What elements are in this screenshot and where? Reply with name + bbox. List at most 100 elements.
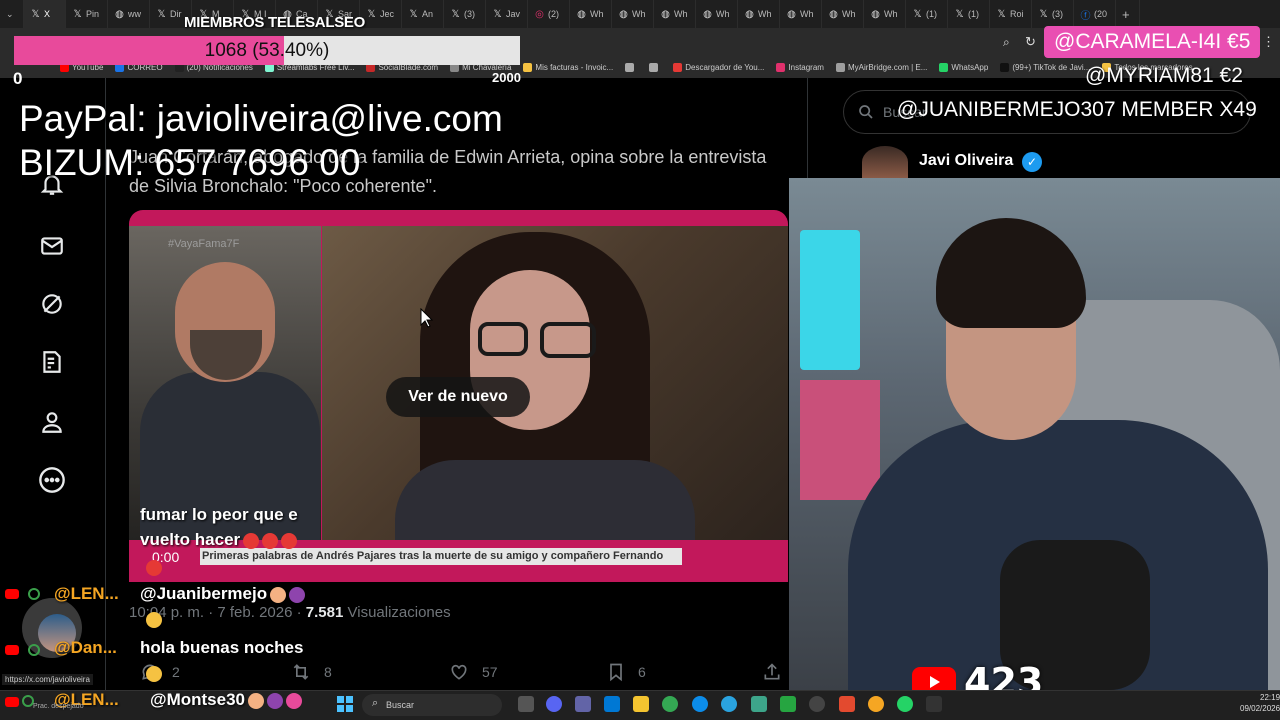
browser-tab[interactable]: 𝕏 Jec — [360, 0, 402, 28]
emoji-icon — [286, 692, 302, 709]
bookmark-button[interactable]: 6 — [606, 662, 646, 682]
browser-tab-label: Wh — [800, 9, 814, 19]
browser-tab-label: Dir — [170, 9, 182, 19]
x-icon: 𝕏 — [157, 8, 166, 20]
discord-icon[interactable] — [546, 696, 562, 712]
browser-tab-label: Jav — [506, 9, 521, 19]
bookmark-label: (99+) TikTok de Javi... — [1012, 62, 1091, 72]
browser-tab[interactable]: ◍ Wh — [612, 0, 654, 28]
bookmark-item[interactable]: (99+) TikTok de Javi... — [1000, 62, 1091, 72]
browser-tab[interactable]: 𝕏 Pin — [66, 0, 108, 28]
bookmark-item[interactable]: WhatsApp — [939, 62, 989, 72]
chat-message-text: @Juanibermejo — [140, 584, 268, 603]
more-options-icon[interactable] — [36, 464, 68, 496]
bookmark-favicon-icon — [523, 62, 533, 72]
replay-button[interactable]: Ver de nuevo — [386, 377, 530, 417]
lists-icon[interactable] — [36, 346, 68, 378]
browser-tab[interactable]: ◍ Wh — [822, 0, 864, 28]
angry-emoji-icon — [146, 560, 162, 576]
browser-tab[interactable]: ◍ ww — [108, 0, 150, 28]
browser-tab-label: Wh — [590, 9, 604, 19]
heart-icon — [451, 664, 467, 680]
x-icon: 𝕏 — [367, 8, 376, 20]
chat-message: @Juanibermejo — [140, 584, 306, 604]
bookmark-label: WhatsApp — [951, 62, 989, 72]
edge-icon[interactable] — [692, 696, 708, 712]
emoji-icon — [289, 586, 306, 603]
app-icon[interactable] — [751, 696, 767, 712]
bookmark-item[interactable] — [649, 62, 661, 72]
angry-emoji-icon — [243, 532, 260, 549]
repost-button[interactable]: 8 — [290, 662, 332, 682]
repost-count: 8 — [324, 664, 332, 680]
browser-tab[interactable]: 𝕏 An — [402, 0, 444, 28]
profile-icon[interactable] — [36, 406, 68, 438]
bookmark-item[interactable] — [625, 62, 637, 72]
task-view-icon[interactable] — [518, 696, 534, 712]
taskbar-clock[interactable]: 22:19 09/02/2026 — [1240, 692, 1280, 714]
app-icon[interactable] — [868, 696, 884, 712]
emoji-icon — [146, 666, 162, 682]
profile-name[interactable]: Javi Oliveira — [919, 152, 1013, 170]
browser-tab-label: (1) — [968, 9, 979, 19]
browser-tab-label: Wh — [674, 9, 688, 19]
bookmark-favicon-icon — [835, 62, 845, 72]
bookmark-favicon-icon — [776, 62, 786, 72]
browser-tab[interactable]: ◍ Wh — [738, 0, 780, 28]
browser-tab[interactable]: ⓕ (20 — [1074, 0, 1116, 28]
donation-alert-top: @CARAMELA-I4I €5 — [1044, 26, 1261, 58]
x-icon: 𝕏 — [73, 8, 82, 20]
browser-tab[interactable]: ◍ Wh — [654, 0, 696, 28]
browser-tab[interactable]: ◍ Wh — [864, 0, 906, 28]
browser-tab-label: Wh — [632, 9, 646, 19]
taskbar-search-input[interactable]: Buscar — [362, 694, 502, 716]
browser-tab[interactable]: 𝕏 (1) — [906, 0, 948, 28]
teams-icon[interactable] — [575, 696, 591, 712]
browser-tab-label: Wh — [842, 9, 856, 19]
bookmark-item[interactable]: Instagram — [776, 62, 824, 72]
new-tab-button[interactable]: + — [1116, 0, 1140, 28]
video-caption: Primeras palabras de Andrés Pajares tras… — [200, 548, 682, 565]
zoom-icon[interactable]: ⌕ — [1003, 35, 1010, 50]
bookmark-item[interactable]: MyAirBridge.com | E... — [835, 62, 927, 72]
tab-search-icon[interactable]: ⌄ — [0, 0, 24, 28]
app-icon[interactable] — [780, 696, 796, 712]
grok-icon[interactable] — [36, 288, 68, 320]
browser-tab-label: Pin — [86, 9, 100, 19]
chrome-icon[interactable] — [662, 696, 678, 712]
share-button[interactable] — [762, 662, 782, 682]
browser-tab[interactable]: ◍ Wh — [696, 0, 738, 28]
browser-tab[interactable]: 𝕏 (1) — [948, 0, 990, 28]
messages-icon[interactable] — [36, 230, 68, 262]
browser-tab[interactable]: ◍ Wh — [570, 0, 612, 28]
browser-tab[interactable]: 𝕏 Jav — [486, 0, 528, 28]
like-button[interactable]: 57 — [448, 662, 498, 682]
bookmark-item[interactable]: Mis facturas - Invoic... — [523, 62, 614, 72]
avatar[interactable] — [862, 146, 908, 178]
file-explorer-icon[interactable] — [633, 696, 649, 712]
donation-alert-second: @MYRIAM81 €2 — [1085, 64, 1243, 87]
more-icon[interactable]: ⋮ — [1262, 34, 1275, 50]
bookmark-favicon-icon — [649, 62, 659, 72]
app-icon[interactable] — [926, 696, 942, 712]
windows-start-icon[interactable] — [337, 696, 353, 712]
browser-tab[interactable]: 𝕏 (3) — [1032, 0, 1074, 28]
browser-tab[interactable]: 𝕏X — [24, 0, 66, 28]
emoji-icon — [267, 692, 283, 709]
search-icon — [859, 105, 873, 119]
chat-message: fumar lo peor que e — [140, 505, 298, 524]
outlook-icon[interactable] — [604, 696, 620, 712]
obs-icon[interactable] — [809, 696, 825, 712]
x-icon: 𝕏 — [409, 8, 418, 20]
globe-icon: ◍ — [745, 8, 754, 20]
browser-tab[interactable]: 𝕏 (3) — [444, 0, 486, 28]
app-icon[interactable] — [839, 696, 855, 712]
bookmark-label: Mis facturas - Invoic... — [535, 62, 614, 72]
browser-tab[interactable]: ◎ (2) — [528, 0, 570, 28]
telegram-icon[interactable] — [721, 696, 737, 712]
whatsapp-icon[interactable] — [897, 696, 913, 712]
browser-tab[interactable]: ◍ Wh — [780, 0, 822, 28]
refresh-icon[interactable]: ↻ — [1025, 34, 1036, 50]
bookmark-item[interactable]: Descargador de You... — [673, 62, 764, 72]
browser-tab[interactable]: 𝕏 Roi — [990, 0, 1032, 28]
